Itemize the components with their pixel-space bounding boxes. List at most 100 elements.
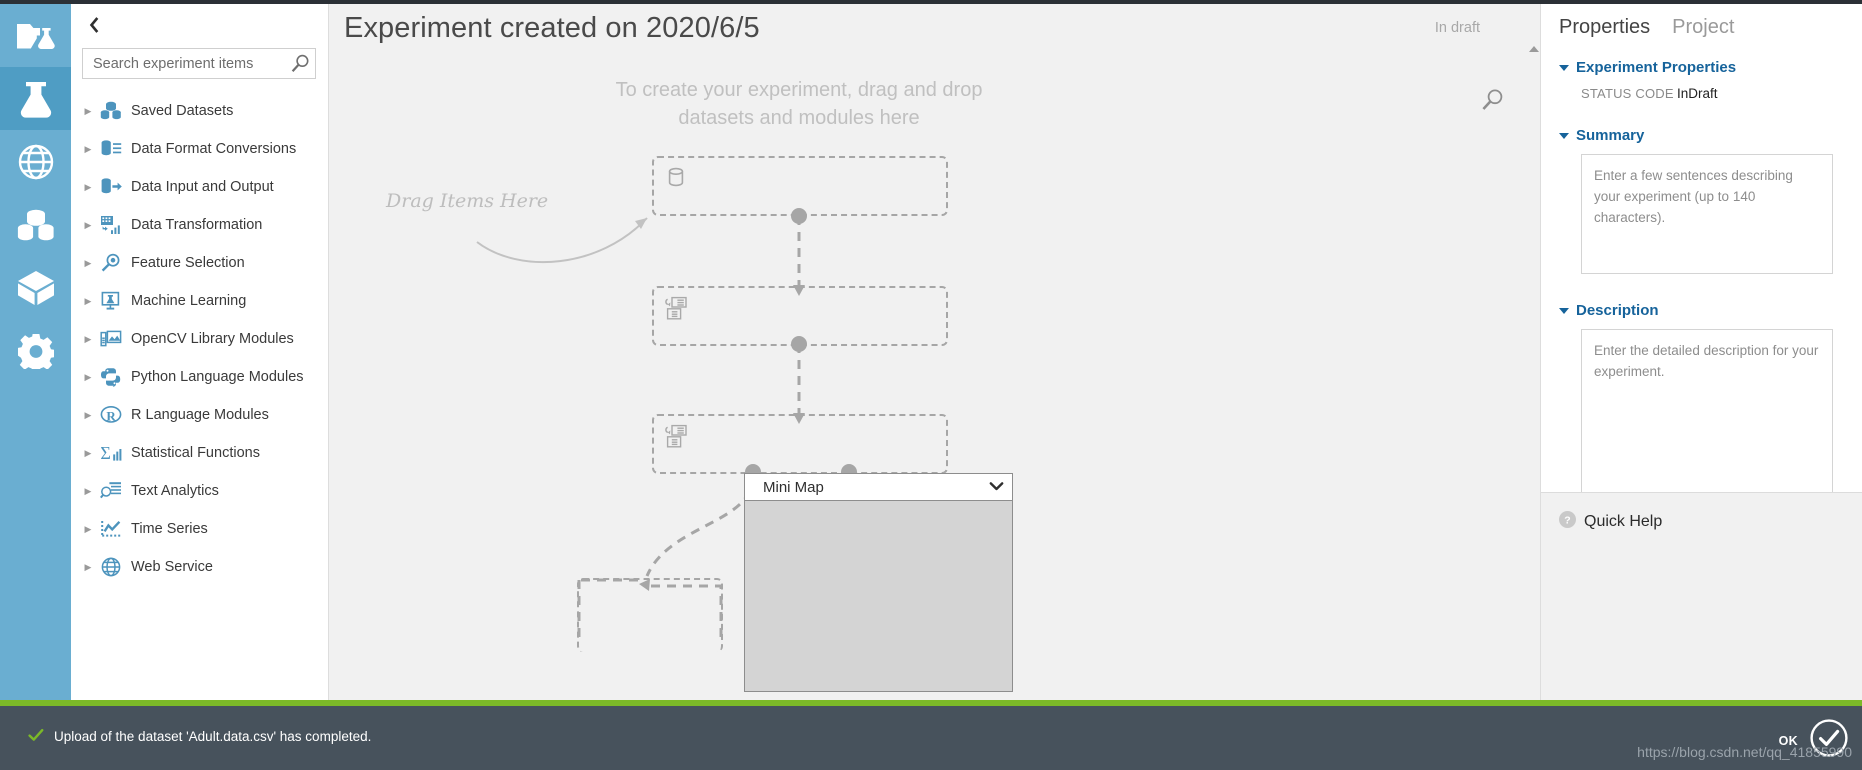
experiment-canvas[interactable]: Experiment created on 2020/6/5 In draft …: [329, 4, 1540, 700]
placeholder-node-dataset[interactable]: [652, 156, 948, 216]
svg-text:Σ: Σ: [100, 443, 110, 463]
chevron-right-icon[interactable]: ▶: [79, 320, 97, 358]
tree-item-label: Machine Learning: [131, 293, 247, 309]
tree-item-label: OpenCV Library Modules: [131, 331, 294, 347]
tab-properties[interactable]: Properties: [1559, 16, 1650, 39]
triangle-down-icon: [1559, 307, 1569, 314]
window-top-edge: [0, 0, 1862, 4]
tree-item-web-service[interactable]: ▶ Web Service: [71, 548, 329, 586]
scroll-up-arrow-icon[interactable]: [1529, 46, 1539, 52]
section-experiment-properties[interactable]: Experiment Properties: [1559, 59, 1845, 76]
tree-item-label: R Language Modules: [131, 407, 269, 423]
tree-item-text-analytics[interactable]: ▶ Text Analytics: [71, 472, 329, 510]
check-icon: [28, 728, 44, 745]
canvas-vertical-scrollbar[interactable]: [1528, 46, 1540, 700]
python-icon: [97, 365, 125, 389]
tree-item-label: Data Input and Output: [131, 179, 274, 195]
chevron-right-icon[interactable]: ▶: [79, 510, 97, 548]
tree-item-data-transformation[interactable]: ▶ Data Transformation: [71, 206, 329, 244]
rail-item-settings[interactable]: [0, 319, 71, 382]
chevron-right-icon[interactable]: ▶: [79, 358, 97, 396]
tree-item-label: Data Transformation: [131, 217, 263, 233]
tree-item-label: Web Service: [131, 559, 213, 575]
datasets-icon: [17, 208, 55, 242]
canvas-search-icon[interactable]: [1481, 88, 1507, 114]
placeholder-node-module-2[interactable]: [652, 414, 948, 474]
data-transform-icon: [97, 213, 125, 237]
rail-item-experiments[interactable]: [0, 67, 71, 130]
section-description[interactable]: Description: [1559, 302, 1845, 319]
machine-learning-icon: [97, 289, 125, 313]
tree-item-label: Statistical Functions: [131, 445, 260, 461]
data-io-icon: [97, 175, 125, 199]
collapse-palette-button[interactable]: [81, 12, 107, 38]
chevron-right-icon[interactable]: ▶: [79, 130, 97, 168]
data-format-icon: [97, 137, 125, 161]
drag-items-hint: Drag Items Here: [386, 190, 549, 212]
rail-item-datasets[interactable]: [0, 193, 71, 256]
module-category-tree: ▶ Saved Datasets ▶ Data Format Conversio…: [71, 92, 329, 586]
chevron-right-icon[interactable]: ▶: [79, 206, 97, 244]
search-icon[interactable]: [285, 49, 315, 78]
globe-icon: [18, 144, 54, 180]
rail-item-web-services[interactable]: [0, 130, 71, 193]
chevron-right-icon[interactable]: ▶: [79, 92, 97, 130]
properties-tabs: Properties Project: [1559, 16, 1734, 39]
left-nav-rail: [0, 4, 71, 700]
summary-input[interactable]: Enter a few sentences describing your ex…: [1581, 154, 1833, 274]
notification-message-group: Upload of the dataset 'Adult.data.csv' h…: [28, 728, 371, 745]
statistics-icon: Σ: [97, 441, 125, 465]
chevron-down-icon[interactable]: [989, 478, 1004, 496]
azure-ml-studio-window: ▶ Saved Datasets ▶: [0, 0, 1862, 770]
folder-flask-icon: [16, 19, 56, 53]
tree-item-data-format-conversions[interactable]: ▶ Data Format Conversions: [71, 130, 329, 168]
chevron-right-icon[interactable]: ▶: [79, 282, 97, 320]
chevron-right-icon[interactable]: ▶: [79, 548, 97, 586]
svg-text:?: ?: [1564, 514, 1570, 526]
rail-item-trained-models[interactable]: [0, 256, 71, 319]
triangle-down-icon: [1559, 132, 1569, 139]
mini-map-header[interactable]: Mini Map: [745, 474, 1012, 501]
node-output-port[interactable]: [791, 336, 807, 352]
status-code-value: InDraft: [1677, 86, 1718, 101]
tree-item-opencv-library-modules[interactable]: ▶ OpenCV Library Modules: [71, 320, 329, 358]
chevron-right-icon[interactable]: ▶: [79, 244, 97, 282]
section-title: Experiment Properties: [1576, 59, 1737, 76]
chevron-right-icon[interactable]: ▶: [79, 472, 97, 510]
dataset-icon: [664, 166, 688, 195]
tab-project[interactable]: Project: [1672, 16, 1734, 39]
tree-item-feature-selection[interactable]: ▶ Feature Selection: [71, 244, 329, 282]
node-output-port[interactable]: [791, 208, 807, 224]
tree-item-machine-learning[interactable]: ▶ Machine Learning: [71, 282, 329, 320]
tree-item-label: Feature Selection: [131, 255, 245, 271]
mini-map-panel[interactable]: Mini Map: [744, 473, 1013, 692]
rail-item-projects[interactable]: [0, 4, 71, 67]
quick-help-section[interactable]: ? Quick Help: [1541, 492, 1862, 700]
notification-message: Upload of the dataset 'Adult.data.csv' h…: [54, 729, 372, 744]
section-summary[interactable]: Summary: [1559, 127, 1845, 144]
globe-icon: [97, 555, 125, 579]
data-module-icon: [664, 424, 690, 455]
chevron-right-icon[interactable]: ▶: [79, 168, 97, 206]
feature-selection-icon: [97, 251, 125, 275]
mini-map-viewport[interactable]: [745, 501, 1012, 691]
page-title[interactable]: Experiment created on 2020/6/5: [344, 12, 760, 45]
search-input[interactable]: [83, 49, 285, 78]
tree-item-label: Python Language Modules: [131, 369, 304, 385]
status-code-label: STATUS CODE: [1581, 86, 1674, 101]
tree-item-python-language-modules[interactable]: ▶ Python Language Modules: [71, 358, 329, 396]
tree-item-saved-datasets[interactable]: ▶ Saved Datasets: [71, 92, 329, 130]
data-module-icon: [664, 296, 690, 327]
chevron-right-icon[interactable]: ▶: [79, 434, 97, 472]
placeholder-node-module-3[interactable]: [577, 578, 723, 652]
status-badge: In draft: [1434, 20, 1480, 36]
palette-search[interactable]: [82, 48, 316, 79]
triangle-down-icon: [1559, 64, 1569, 71]
tree-item-data-input-and-output[interactable]: ▶ Data Input and Output: [71, 168, 329, 206]
quick-help-label: Quick Help: [1584, 513, 1663, 530]
tree-item-r-language-modules[interactable]: ▶ R R Language Modules: [71, 396, 329, 434]
tree-item-time-series[interactable]: ▶ Time Series: [71, 510, 329, 548]
tree-item-statistical-functions[interactable]: ▶ Σ Statistical Functions: [71, 434, 329, 472]
notification-bar: Upload of the dataset 'Adult.data.csv' h…: [0, 706, 1862, 770]
chevron-right-icon[interactable]: ▶: [79, 396, 97, 434]
